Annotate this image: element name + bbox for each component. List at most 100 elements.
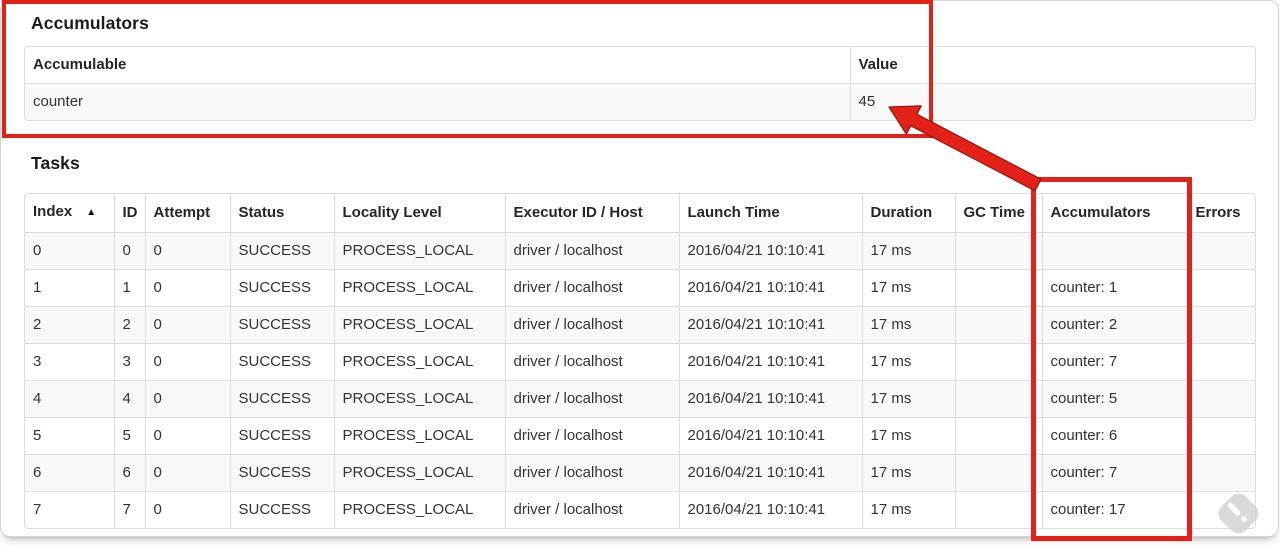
cell-id: 7 bbox=[114, 491, 146, 528]
cell-status: SUCCESS bbox=[230, 491, 335, 528]
column-header-duration[interactable]: Duration bbox=[862, 194, 956, 233]
cell-id: 0 bbox=[114, 232, 146, 270]
cell-locality-level: PROCESS_LOCAL bbox=[334, 491, 506, 528]
cell-executor-id-host: driver / localhost bbox=[505, 232, 680, 270]
cell-attempt: 0 bbox=[145, 380, 231, 418]
table-row: 2 2 0 SUCCESS PROCESS_LOCAL driver / localhos… bbox=[25, 306, 1255, 344]
cell-gc-time bbox=[955, 232, 1043, 270]
cell-id: 2 bbox=[114, 306, 146, 344]
cell-duration: 17 ms bbox=[862, 306, 956, 344]
cell-launch-time: 2016/04/21 10:10:41 bbox=[679, 343, 863, 381]
cell-id: 6 bbox=[114, 454, 146, 492]
cell-launch-time: 2016/04/21 10:10:41 bbox=[679, 417, 863, 455]
table-row: 1 1 0 SUCCESS PROCESS_LOCAL driver / localhos… bbox=[25, 269, 1255, 307]
column-header-accumulators[interactable]: Accumulators bbox=[1042, 194, 1188, 233]
cell-attempt: 0 bbox=[145, 306, 231, 344]
cell-accumulators: counter: 7 bbox=[1042, 454, 1188, 492]
cell-gc-time bbox=[955, 454, 1043, 492]
cell-locality-level: PROCESS_LOCAL bbox=[334, 380, 506, 418]
cell-index: 4 bbox=[25, 380, 115, 418]
cell-status: SUCCESS bbox=[230, 343, 335, 381]
accumulators-table: Accumulable Value counter 45 bbox=[24, 46, 1256, 121]
column-header-value[interactable]: Value bbox=[850, 47, 1255, 84]
cell-status: SUCCESS bbox=[230, 380, 335, 418]
table-row: 7 7 0 SUCCESS PROCESS_LOCAL driver / localhos… bbox=[25, 491, 1255, 528]
cell-executor-id-host: driver / localhost bbox=[505, 491, 680, 528]
cell-status: SUCCESS bbox=[230, 417, 335, 455]
column-header-locality-level[interactable]: Locality Level bbox=[334, 194, 506, 233]
cell-launch-time: 2016/04/21 10:10:41 bbox=[679, 380, 863, 418]
cell-launch-time: 2016/04/21 10:10:41 bbox=[679, 454, 863, 492]
column-header-launch-time[interactable]: Launch Time bbox=[679, 194, 863, 233]
cell-executor-id-host: driver / localhost bbox=[505, 454, 680, 492]
cell-attempt: 0 bbox=[145, 454, 231, 492]
tasks-table: Index ▲ ID Attempt Status Locality Level Execu… bbox=[24, 193, 1256, 529]
column-header-gc-time[interactable]: GC Time bbox=[955, 194, 1043, 233]
cell-duration: 17 ms bbox=[862, 269, 956, 307]
cell-accumulators: counter: 5 bbox=[1042, 380, 1188, 418]
table-row: 4 4 0 SUCCESS PROCESS_LOCAL driver / localhos… bbox=[25, 380, 1255, 418]
cell-executor-id-host: driver / localhost bbox=[505, 343, 680, 381]
cell-executor-id-host: driver / localhost bbox=[505, 417, 680, 455]
cell-value: 45 bbox=[858, 93, 876, 110]
cell-launch-time: 2016/04/21 10:10:41 bbox=[679, 306, 863, 344]
cell-errors bbox=[1187, 380, 1255, 418]
cell-executor-id-host: driver / localhost bbox=[505, 306, 680, 344]
cell-duration: 17 ms bbox=[862, 417, 956, 455]
cell-attempt: 0 bbox=[145, 417, 231, 455]
cell-status: SUCCESS bbox=[230, 454, 335, 492]
column-header-accumulable[interactable]: Accumulable bbox=[25, 47, 851, 84]
cell-gc-time bbox=[955, 269, 1043, 307]
cell-executor-id-host: driver / localhost bbox=[505, 380, 680, 418]
cell-index: 2 bbox=[25, 306, 115, 344]
cell-accumulators: counter: 1 bbox=[1042, 269, 1188, 307]
cell-errors bbox=[1187, 417, 1255, 455]
cell-accumulators bbox=[1042, 232, 1188, 270]
cell-errors bbox=[1187, 269, 1255, 307]
cell-locality-level: PROCESS_LOCAL bbox=[334, 269, 506, 307]
cell-accumulators: counter: 6 bbox=[1042, 417, 1188, 455]
cell-duration: 17 ms bbox=[862, 454, 956, 492]
cell-locality-level: PROCESS_LOCAL bbox=[334, 306, 506, 344]
cell-duration: 17 ms bbox=[862, 491, 956, 528]
tasks-section-heading: Tasks bbox=[31, 153, 80, 173]
column-header-errors[interactable]: Errors bbox=[1187, 194, 1255, 233]
cell-index: 0 bbox=[25, 232, 115, 270]
column-header-id[interactable]: ID bbox=[114, 194, 146, 233]
cell-duration: 17 ms bbox=[862, 380, 956, 418]
spark-ui-stage-page: Accumulators Accumulable Value counter 45 T… bbox=[0, 0, 1279, 537]
cell-gc-time bbox=[955, 306, 1043, 344]
cell-index: 7 bbox=[25, 491, 115, 528]
cell-duration: 17 ms bbox=[862, 232, 956, 270]
cell-id: 1 bbox=[114, 269, 146, 307]
cell-errors bbox=[1187, 232, 1255, 270]
cell-status: SUCCESS bbox=[230, 269, 335, 307]
table-row: 6 6 0 SUCCESS PROCESS_LOCAL driver / localhos… bbox=[25, 454, 1255, 492]
cell-index: 3 bbox=[25, 343, 115, 381]
column-header-executor-id-host[interactable]: Executor ID / Host bbox=[505, 194, 680, 233]
cell-launch-time: 2016/04/21 10:10:41 bbox=[679, 232, 863, 270]
cell-gc-time bbox=[955, 491, 1043, 528]
cell-launch-time: 2016/04/21 10:10:41 bbox=[679, 269, 863, 307]
column-header-index[interactable]: Index ▲ bbox=[25, 194, 115, 233]
sort-ascending-icon: ▲ bbox=[86, 207, 97, 218]
cell-attempt: 0 bbox=[145, 269, 231, 307]
table-row: 5 5 0 SUCCESS PROCESS_LOCAL driver / localhos… bbox=[25, 417, 1255, 455]
column-header-status[interactable]: Status bbox=[230, 194, 335, 233]
cell-accumulable: counter bbox=[25, 83, 851, 120]
table-row: 0 0 0 SUCCESS PROCESS_LOCAL driver / localhos… bbox=[25, 232, 1255, 270]
cell-attempt: 0 bbox=[145, 343, 231, 381]
cell-gc-time bbox=[955, 343, 1043, 381]
cell-locality-level: PROCESS_LOCAL bbox=[334, 417, 506, 455]
cell-locality-level: PROCESS_LOCAL bbox=[334, 454, 506, 492]
cell-accumulators: counter: 17 bbox=[1042, 491, 1188, 528]
cell-errors bbox=[1187, 343, 1255, 381]
cell-index: 1 bbox=[25, 269, 115, 307]
cell-duration: 17 ms bbox=[862, 343, 956, 381]
column-header-attempt[interactable]: Attempt bbox=[145, 194, 231, 233]
header-row: Index ▲ ID Attempt Status Locality Level Execu… bbox=[25, 194, 1255, 233]
cell-id: 4 bbox=[114, 380, 146, 418]
feedly-logo-icon bbox=[1214, 489, 1263, 538]
cell-index: 6 bbox=[25, 454, 115, 492]
accumulators-section-heading: Accumulators bbox=[31, 13, 149, 33]
